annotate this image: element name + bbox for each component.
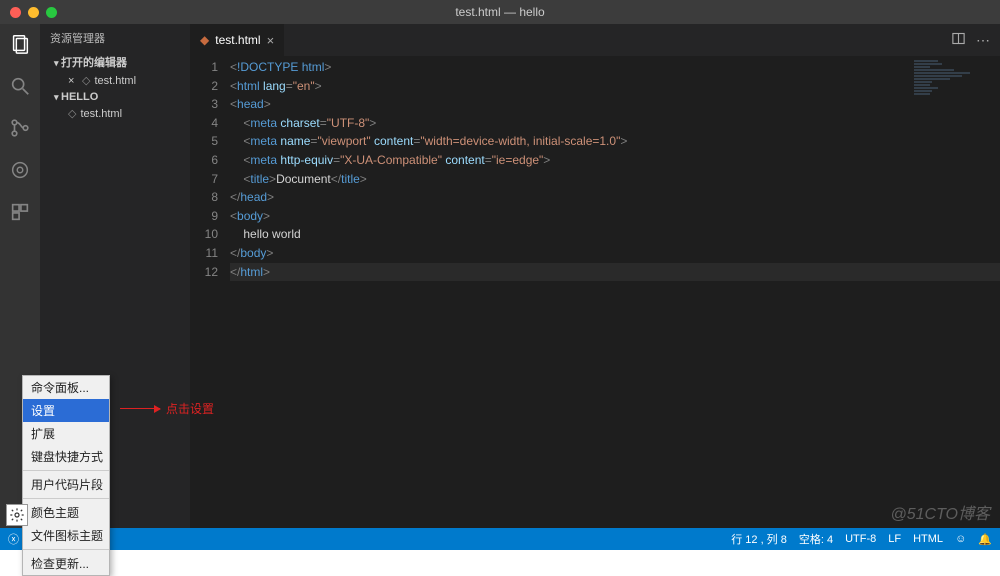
source-control-icon[interactable]: [8, 116, 32, 140]
file-icon: ◇: [82, 74, 90, 87]
close-tab-icon[interactable]: ×: [267, 33, 275, 48]
menu-item[interactable]: 颜色主题: [23, 501, 109, 524]
encoding-status[interactable]: UTF-8: [845, 533, 876, 545]
menu-item[interactable]: 检查更新...: [23, 552, 109, 575]
menu-item[interactable]: 文件图标主题: [23, 524, 109, 547]
debug-icon[interactable]: [8, 158, 32, 182]
code-content[interactable]: <!DOCTYPE html><html lang="en"><head> <m…: [230, 58, 1000, 281]
settings-context-menu: 命令面板...设置扩展键盘快捷方式用户代码片段颜色主题文件图标主题检查更新...: [22, 375, 110, 576]
close-editor-icon[interactable]: ×: [68, 75, 78, 87]
menu-item[interactable]: 命令面板...: [23, 376, 109, 399]
maximize-window-button[interactable]: [46, 7, 57, 18]
explorer-title: 资源管理器: [40, 24, 190, 52]
minimize-window-button[interactable]: [28, 7, 39, 18]
open-editor-item[interactable]: × ◇ test.html: [40, 72, 190, 89]
workspace-section[interactable]: HELLO: [40, 89, 190, 105]
menu-item[interactable]: 设置: [23, 399, 109, 422]
search-icon[interactable]: [8, 74, 32, 98]
editor-tabs: ◆ test.html × ⋯: [190, 24, 1000, 56]
status-bar: ⓧ 0 ⚠ 0 行 12 , 列 8 空格: 4 UTF-8 LF HTML ☺…: [0, 528, 1000, 550]
open-editors-section[interactable]: 打开的编辑器: [40, 52, 190, 72]
language-status[interactable]: HTML: [913, 533, 943, 545]
annotation-arrow: 点击设置: [120, 400, 214, 417]
eol-status[interactable]: LF: [888, 533, 901, 545]
explorer-icon[interactable]: [8, 32, 32, 56]
titlebar: test.html — hello: [0, 0, 1000, 24]
file-name: test.html: [80, 108, 122, 120]
more-actions-icon[interactable]: ⋯: [976, 32, 990, 49]
annotation-text: 点击设置: [166, 400, 214, 417]
window-title: test.html — hello: [455, 5, 544, 19]
menu-item[interactable]: 扩展: [23, 422, 109, 445]
code-editor[interactable]: 123456789101112 <!DOCTYPE html><html lan…: [190, 56, 1000, 281]
close-window-button[interactable]: [10, 7, 21, 18]
editor-tab[interactable]: ◆ test.html ×: [190, 24, 285, 56]
file-name: test.html: [94, 75, 136, 87]
window-controls: [10, 7, 57, 18]
menu-item[interactable]: 键盘快捷方式: [23, 445, 109, 468]
vscode-window: test.html — hello 资源管理器 打开的编辑器 × ◇ test.ht…: [0, 0, 1000, 550]
settings-gear-button[interactable]: [6, 504, 28, 526]
editor-area: ◆ test.html × ⋯ 123456789101112 <!DOCTYP…: [190, 24, 1000, 528]
cursor-position[interactable]: 行 12 , 列 8: [731, 531, 787, 547]
feedback-icon[interactable]: ☺: [955, 533, 966, 545]
line-numbers: 123456789101112: [190, 58, 230, 281]
tab-label: test.html: [215, 33, 260, 47]
menu-item[interactable]: 用户代码片段: [23, 473, 109, 496]
file-icon: ◇: [68, 107, 76, 120]
watermark: @51CTO博客: [890, 500, 990, 524]
file-item[interactable]: ◇ test.html: [40, 105, 190, 122]
minimap[interactable]: [914, 60, 994, 140]
file-type-icon: ◆: [200, 33, 209, 47]
notifications-icon[interactable]: 🔔: [978, 533, 992, 546]
extensions-icon[interactable]: [8, 200, 32, 224]
split-editor-icon[interactable]: [951, 31, 966, 49]
indent-status[interactable]: 空格: 4: [799, 531, 833, 547]
